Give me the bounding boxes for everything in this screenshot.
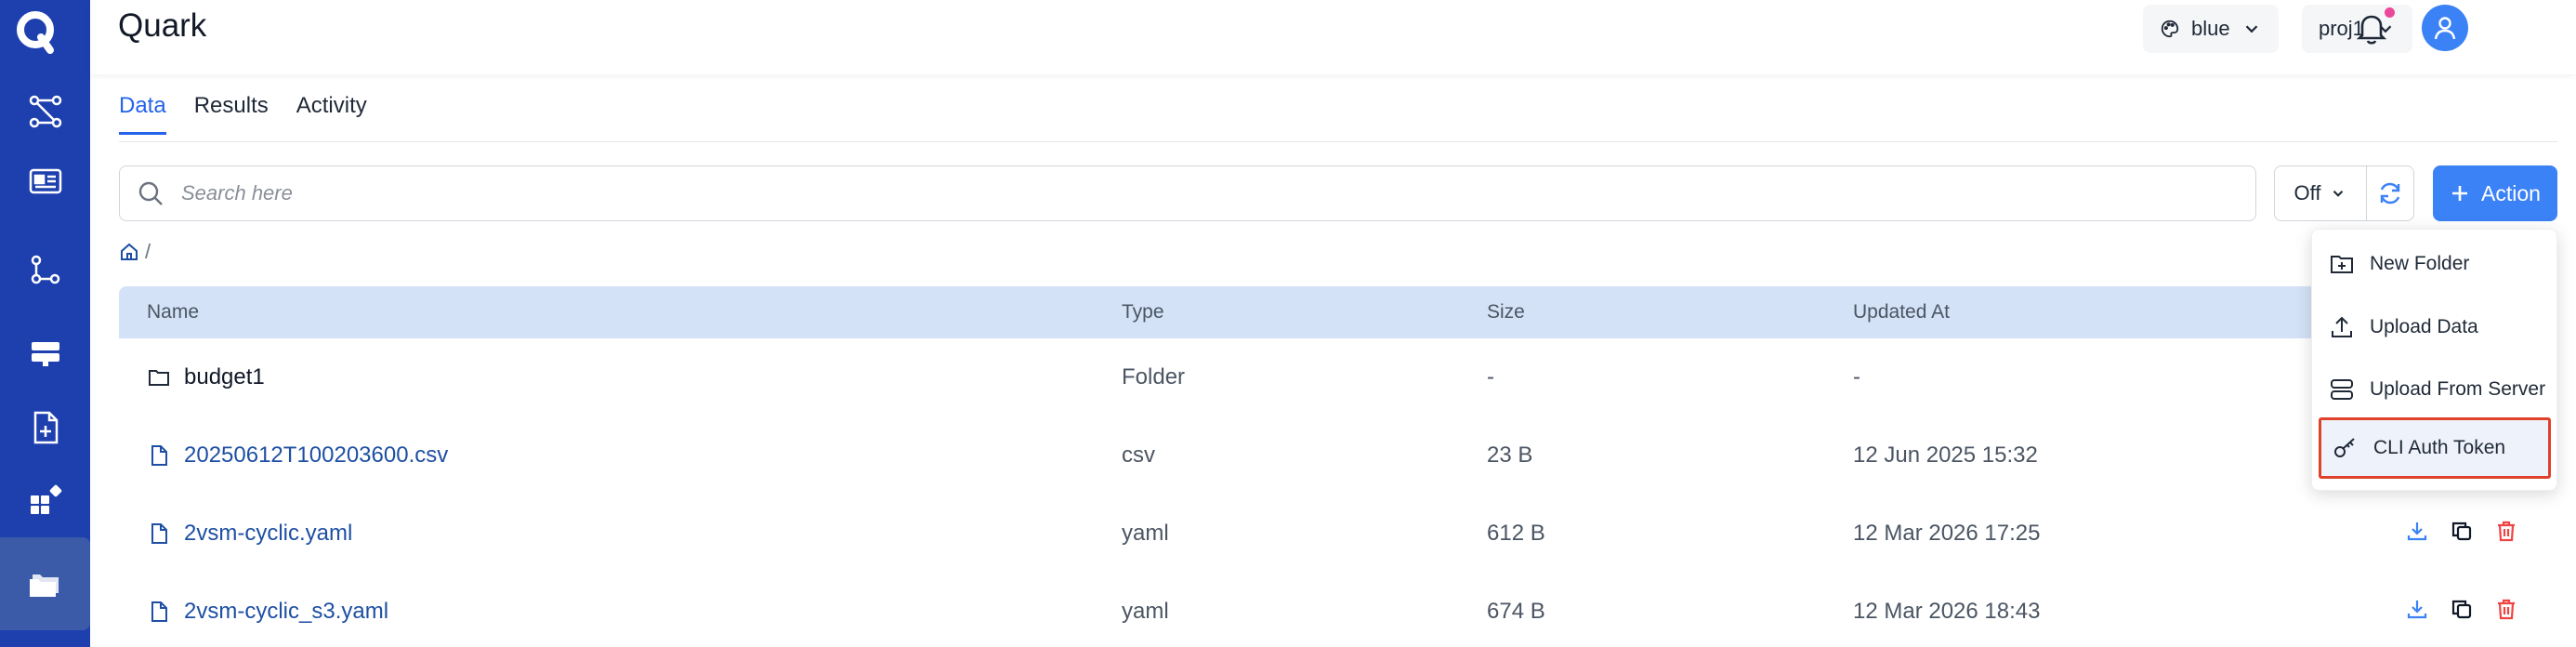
size-cell: - <box>1487 364 1494 390</box>
size-cell: 612 B <box>1487 521 1545 546</box>
tab-data[interactable]: Data <box>119 93 166 135</box>
file-icon <box>151 601 167 622</box>
action-button-label: Action <box>2481 180 2541 205</box>
table-row[interactable]: 2vsm-cyclic.yaml yaml 612 B 12 Mar 2026 … <box>119 495 2557 573</box>
file-name[interactable]: 20250612T100203600.csv <box>184 442 448 469</box>
tab-results[interactable]: Results <box>194 93 269 135</box>
sidebar-item-dashboard[interactable] <box>0 135 90 228</box>
size-cell: 23 B <box>1487 442 1533 468</box>
menu-item-label: Upload From Server <box>2370 378 2546 400</box>
copy-icon[interactable] <box>2450 519 2474 543</box>
updated-cell: 12 Mar 2026 18:43 <box>1853 599 2041 624</box>
table-row[interactable]: 2vsm-cyclic_s3.yaml yaml 674 B 12 Mar 20… <box>119 573 2557 647</box>
tabs-divider <box>119 141 2557 142</box>
row-actions <box>2405 597 2518 621</box>
refresh-button[interactable] <box>2366 165 2414 221</box>
file-icon <box>151 523 167 544</box>
dashboard-card-icon <box>29 168 61 194</box>
breadcrumb-separator: / <box>145 240 151 263</box>
user-icon <box>2434 17 2456 40</box>
filter-select[interactable]: Off <box>2274 165 2367 221</box>
folder-plus-icon <box>2331 256 2353 273</box>
plus-icon <box>2452 186 2468 201</box>
server-rack-icon <box>31 342 59 366</box>
trash-icon[interactable] <box>2494 597 2518 621</box>
pipeline-icon <box>31 255 59 284</box>
files-table: Name Type Size Updated At budget1 Folder… <box>119 286 2557 647</box>
updated-cell: 12 Mar 2026 17:25 <box>1853 521 2041 546</box>
chevron-down-icon <box>2245 25 2257 33</box>
download-icon[interactable] <box>2405 519 2429 543</box>
table-row[interactable]: budget1 Folder - - <box>119 338 2557 416</box>
theme-selector[interactable]: blue <box>2143 5 2279 53</box>
file-name[interactable]: budget1 <box>184 364 265 390</box>
search-icon <box>138 181 163 205</box>
quark-logo-icon[interactable] <box>13 4 59 59</box>
upload-icon <box>2332 316 2352 337</box>
key-icon <box>2334 438 2355 457</box>
search-box[interactable] <box>119 165 2256 221</box>
server-icon <box>2331 379 2353 400</box>
name-cell[interactable]: 20250612T100203600.csv <box>147 442 448 469</box>
chevron-down-icon <box>2333 191 2344 197</box>
sidebar-item-apps[interactable] <box>0 453 90 546</box>
menu-item-label: New Folder <box>2370 253 2470 274</box>
menu-item-upload-data[interactable]: Upload Data <box>2312 297 2558 358</box>
filter-value: Off <box>2293 181 2321 205</box>
type-cell: csv <box>1122 442 1155 468</box>
column-header-type[interactable]: Type <box>1122 301 1164 324</box>
row-actions <box>2405 519 2518 543</box>
folder-icon <box>149 370 169 386</box>
column-header-size[interactable]: Size <box>1487 301 1525 324</box>
name-cell[interactable]: 2vsm-cyclic_s3.yaml <box>147 599 388 625</box>
breadcrumb: / <box>119 240 151 264</box>
copy-icon[interactable] <box>2450 597 2474 621</box>
theme-label: blue <box>2191 17 2230 40</box>
home-icon[interactable] <box>119 242 139 262</box>
menu-item-upload-from-server[interactable]: Upload From Server <box>2312 359 2558 420</box>
sidebar <box>0 0 90 647</box>
file-plus-icon <box>33 411 58 444</box>
file-icon <box>151 445 167 466</box>
folders-icon <box>29 574 59 597</box>
search-input[interactable] <box>181 181 2040 205</box>
table-row[interactable]: 20250612T100203600.csv csv 23 B 12 Jun 2… <box>119 416 2557 495</box>
action-menu: New Folder Upload Data Upload From Serve… <box>2311 229 2557 491</box>
refresh-icon <box>2380 182 2399 205</box>
menu-item-label: CLI Auth Token <box>2373 437 2506 458</box>
action-button[interactable]: Action <box>2433 165 2557 221</box>
column-header-updated[interactable]: Updated At <box>1853 301 1950 324</box>
column-header-name[interactable]: Name <box>147 301 199 324</box>
apps-icon <box>30 484 61 514</box>
tab-activity[interactable]: Activity <box>296 93 367 135</box>
menu-item-new-folder[interactable]: New Folder <box>2312 233 2558 295</box>
name-cell[interactable]: 2vsm-cyclic.yaml <box>147 521 352 547</box>
updated-cell: - <box>1853 364 1860 390</box>
content-tabs: Data Results Activity <box>119 93 367 135</box>
type-cell: Folder <box>1122 364 1186 390</box>
notification-badge <box>2385 7 2395 18</box>
type-cell: yaml <box>1122 521 1169 546</box>
trash-icon[interactable] <box>2494 519 2518 543</box>
size-cell: 674 B <box>1487 599 1545 624</box>
palette-icon <box>2161 20 2179 38</box>
sidebar-item-pipelines[interactable] <box>0 223 90 316</box>
table-header: Name Type Size Updated At <box>119 286 2557 338</box>
type-cell: yaml <box>1122 599 1169 624</box>
sidebar-item-files[interactable] <box>0 537 90 630</box>
app-title: Quark <box>118 7 207 44</box>
user-avatar[interactable] <box>2422 5 2468 51</box>
download-icon[interactable] <box>2405 597 2429 621</box>
menu-item-cli-auth-token[interactable]: CLI Auth Token <box>2319 417 2551 479</box>
workflow-icon <box>29 95 61 128</box>
menu-item-label: Upload Data <box>2370 316 2478 337</box>
file-name[interactable]: 2vsm-cyclic_s3.yaml <box>184 599 388 625</box>
name-cell[interactable]: budget1 <box>147 364 265 390</box>
updated-cell: 12 Jun 2025 15:32 <box>1853 442 2038 468</box>
file-name[interactable]: 2vsm-cyclic.yaml <box>184 521 352 547</box>
